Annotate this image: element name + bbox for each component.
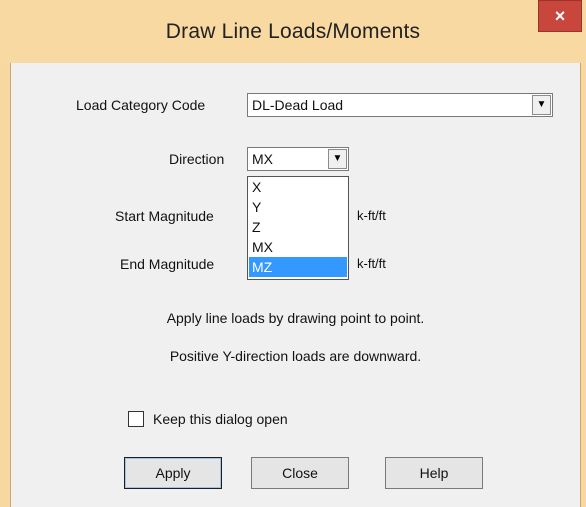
info-line-2: Positive Y-direction loads are downward. (169, 348, 422, 364)
dialog-body: Load Category Code DL-Dead Load ▼ Direct… (10, 63, 581, 507)
load-category-select[interactable]: DL-Dead Load ▼ (247, 93, 553, 117)
dropdown-arrow-icon[interactable]: ▼ (532, 95, 551, 115)
apply-button[interactable]: Apply (124, 457, 222, 489)
load-category-label: Load Category Code (76, 97, 206, 113)
direction-option-y[interactable]: Y (249, 197, 347, 217)
dialog-title: Draw Line Loads/Moments (165, 20, 421, 43)
direction-dropdown-list[interactable]: X Y Z MX MZ (247, 176, 349, 280)
direction-option-mz[interactable]: MZ (249, 257, 347, 277)
start-magnitude-label: Start Magnitude (115, 208, 214, 224)
close-button[interactable]: Close (251, 457, 349, 489)
start-magnitude-unit: k-ft/ft (357, 208, 386, 223)
info-line-1: Apply line loads by drawing point to poi… (166, 310, 425, 326)
direction-select[interactable]: MX ▼ (247, 147, 349, 171)
direction-value: MX (252, 151, 273, 167)
keep-open-checkbox[interactable] (128, 411, 144, 427)
keep-open-label: Keep this dialog open (153, 411, 288, 427)
direction-option-z[interactable]: Z (249, 217, 347, 237)
end-magnitude-unit: k-ft/ft (357, 256, 386, 271)
dialog-window: Draw Line Loads/Moments × Load Category … (0, 0, 586, 507)
end-magnitude-label: End Magnitude (120, 256, 215, 272)
close-icon[interactable]: × (538, 0, 582, 32)
dropdown-arrow-icon[interactable]: ▼ (328, 149, 347, 169)
direction-label: Direction (169, 151, 225, 167)
direction-option-mx[interactable]: MX (249, 237, 347, 257)
help-button[interactable]: Help (385, 457, 483, 489)
load-category-value: DL-Dead Load (252, 97, 344, 113)
direction-option-x[interactable]: X (249, 177, 347, 197)
title-bar[interactable]: Draw Line Loads/Moments × (0, 0, 586, 64)
